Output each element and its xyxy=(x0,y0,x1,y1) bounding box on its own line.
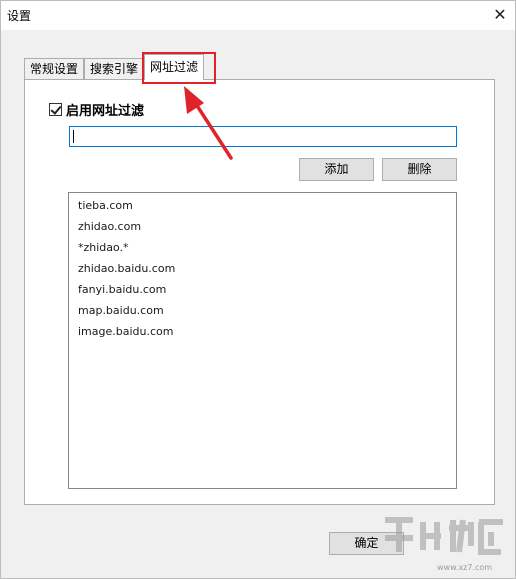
enable-filter-row: 启用网址过滤 xyxy=(49,100,144,119)
list-item[interactable]: fanyi.baidu.com xyxy=(78,283,166,297)
list-item[interactable]: zhidao.baidu.com xyxy=(78,262,175,276)
delete-button[interactable]: 删除 xyxy=(382,158,457,181)
enable-filter-label[interactable]: 启用网址过滤 xyxy=(66,100,144,119)
url-input[interactable] xyxy=(69,126,457,147)
svg-text:www.xz7.com: www.xz7.com xyxy=(437,563,492,572)
add-button[interactable]: 添加 xyxy=(299,158,374,181)
url-list[interactable]: tieba.com zhidao.com *zhidao.* zhidao.ba… xyxy=(68,192,457,489)
window-title: 设置 xyxy=(7,9,32,23)
close-button[interactable]: ✕ xyxy=(485,1,515,30)
list-item[interactable]: *zhidao.* xyxy=(78,241,129,255)
list-item[interactable]: zhidao.com xyxy=(78,220,141,234)
tab-url-filter[interactable]: 网址过滤 xyxy=(144,54,205,80)
settings-dialog: 设置 ✕ 常规设置 搜索引擎 网址过滤 启用网址过滤 添加 删除 tieba.c… xyxy=(0,0,516,579)
list-item[interactable]: image.baidu.com xyxy=(78,325,173,339)
ok-button[interactable]: 确定 xyxy=(329,532,404,555)
close-icon: ✕ xyxy=(493,5,507,24)
tab-search-engine[interactable]: 搜索引擎 xyxy=(84,58,145,80)
text-caret xyxy=(73,130,74,143)
list-item[interactable]: tieba.com xyxy=(78,199,133,213)
enable-filter-checkbox[interactable] xyxy=(49,102,62,116)
list-item[interactable]: map.baidu.com xyxy=(78,304,164,318)
title-bar: 设置 ✕ xyxy=(1,1,515,30)
tab-general[interactable]: 常规设置 xyxy=(24,58,85,80)
